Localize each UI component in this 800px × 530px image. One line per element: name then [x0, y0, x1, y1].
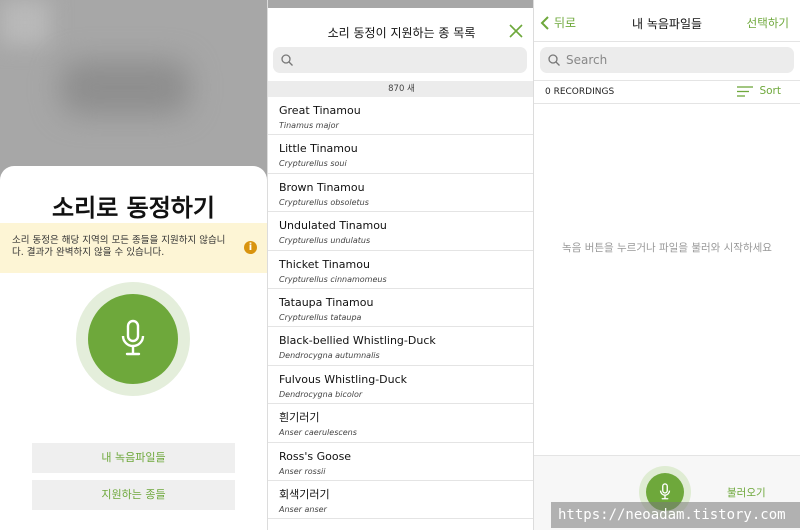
sheet-title: 소리 동정이 지원하는 종 목록 — [327, 26, 476, 40]
info-icon[interactable]: i — [244, 241, 257, 254]
recordings-header: 0 RECORDINGS Sort — [534, 80, 800, 104]
bottom-sheet: 소리로 동정하기 소리 동정은 해당 지역의 모든 종들을 지원하지 않습니다.… — [0, 166, 267, 530]
blurred-background — [0, 0, 50, 45]
species-search-input[interactable] — [273, 47, 527, 73]
species-common-name: 흰기러기 — [279, 411, 320, 425]
species-common-name: Black-bellied Whistling-Duck — [279, 334, 436, 348]
species-common-name: Fulvous Whistling-Duck — [279, 372, 408, 386]
sheet-title: 소리로 동정하기 — [52, 194, 215, 222]
species-common-name: Little Tinamou — [279, 142, 358, 156]
species-list-item[interactable]: Fulvous Whistling-Duck Dendrocygna bicolo… — [268, 366, 533, 405]
import-button[interactable]: 불러오기 — [727, 485, 766, 500]
close-icon[interactable] — [509, 16, 523, 46]
my-recordings-button[interactable]: 내 녹음파일들 — [32, 443, 235, 473]
species-list-item[interactable]: Ross's Goose Anser rossii — [268, 443, 533, 481]
identify-by-sound-panel: 소리로 동정하기 소리 동정은 해당 지역의 모든 종들을 지원하지 않습니다.… — [0, 0, 267, 530]
supported-species-panel: 소리 동정이 지원하는 종 목록 870 새 Great Tinamou Tina… — [267, 0, 534, 530]
species-common-name: 회색기러기 — [279, 487, 330, 501]
species-list-item[interactable]: Brown Tinamou Crypturellus obsoletus — [268, 174, 533, 213]
watermark: https://neoadam.tistory.com — [551, 502, 800, 528]
species-list-item[interactable]: Great Tinamou Tinamus major — [268, 97, 533, 136]
microphone-icon — [659, 483, 671, 500]
notice-text: 소리 동정은 해당 지역의 모든 종들을 지원하지 않습니다. 결과가 완벽하지… — [12, 235, 226, 258]
blurred-background — [60, 60, 190, 115]
species-common-name: Thicket Tinamou — [279, 257, 370, 271]
species-scientific-name: Crypturellus soui — [279, 159, 347, 169]
species-sheet: 소리 동정이 지원하는 종 목록 870 새 Great Tinamou Tina… — [268, 8, 533, 530]
search-icon — [548, 54, 560, 66]
species-list-item[interactable]: Little Tinamou Crypturellus soui — [268, 135, 533, 174]
recordings-count: 0 RECORDINGS — [545, 87, 615, 97]
species-common-name: Brown Tinamou — [279, 180, 365, 194]
record-button[interactable] — [88, 294, 178, 384]
microphone-icon — [121, 319, 145, 356]
species-list-item[interactable]: Black-bellied Whistling-Duck Dendrocygna … — [268, 327, 533, 366]
species-scientific-name: Crypturellus undulatus — [279, 236, 371, 246]
species-common-name: Tataupa Tinamou — [279, 295, 374, 309]
sort-button[interactable]: Sort — [737, 85, 781, 97]
back-label: 뒤로 — [554, 16, 577, 30]
species-scientific-name: Anser rossii — [279, 466, 326, 476]
species-scientific-name: Dendrocygna bicolor — [279, 389, 363, 399]
select-button[interactable]: 선택하기 — [747, 15, 789, 31]
sort-icon — [737, 85, 754, 97]
species-list: Great Tinamou Tinamus major Little Tinamou… — [268, 97, 533, 520]
species-scientific-name: Crypturellus tataupa — [279, 312, 362, 322]
dimmed-backdrop — [268, 0, 533, 8]
species-scientific-name: Anser caerulescens — [279, 428, 357, 438]
species-scientific-name: Tinamus major — [279, 121, 339, 130]
species-count: 870 새 — [268, 81, 533, 97]
species-common-name: Undulated Tinamou — [279, 219, 387, 233]
record-button-halo — [76, 282, 190, 396]
species-scientific-name: Crypturellus cinnamomeus — [279, 274, 387, 284]
species-list-item[interactable]: Undulated Tinamou Crypturellus undulatus — [268, 212, 533, 251]
sort-label: Sort — [759, 85, 781, 97]
species-list-item[interactable]: Thicket Tinamou Crypturellus cinnamomeus — [268, 251, 533, 289]
search-field[interactable] — [299, 53, 479, 67]
species-list-item[interactable]: 흰기러기 Anser caerulescens — [268, 404, 533, 443]
species-list-item[interactable]: 회색기러기 Anser anser — [268, 481, 533, 520]
species-common-name: Great Tinamou — [279, 104, 361, 117]
supported-species-button[interactable]: 지원하는 종들 — [32, 480, 235, 510]
notice-banner: 소리 동정은 해당 지역의 모든 종들을 지원하지 않습니다. 결과가 완벽하지… — [0, 223, 267, 273]
search-icon — [281, 54, 293, 66]
my-recordings-panel: 뒤로 내 녹음파일들 선택하기 0 RECORDINGS Sort 녹음 버튼을… — [534, 0, 800, 530]
species-scientific-name: Anser anser — [279, 504, 327, 514]
empty-state-message: 녹음 버튼을 누르거나 파일을 불러와 시작하세요 — [562, 242, 772, 254]
chevron-left-icon — [540, 15, 549, 30]
back-button[interactable]: 뒤로 — [540, 14, 576, 31]
species-scientific-name: Dendrocygna autumnalis — [279, 351, 380, 361]
species-common-name: Ross's Goose — [279, 449, 352, 463]
search-field[interactable] — [566, 53, 746, 67]
navigation-bar: 뒤로 내 녹음파일들 선택하기 — [534, 0, 800, 42]
species-scientific-name: Crypturellus obsoletus — [279, 197, 369, 207]
species-list-item[interactable]: Tataupa Tinamou Crypturellus tataupa — [268, 289, 533, 328]
recordings-search-input[interactable] — [540, 47, 794, 73]
